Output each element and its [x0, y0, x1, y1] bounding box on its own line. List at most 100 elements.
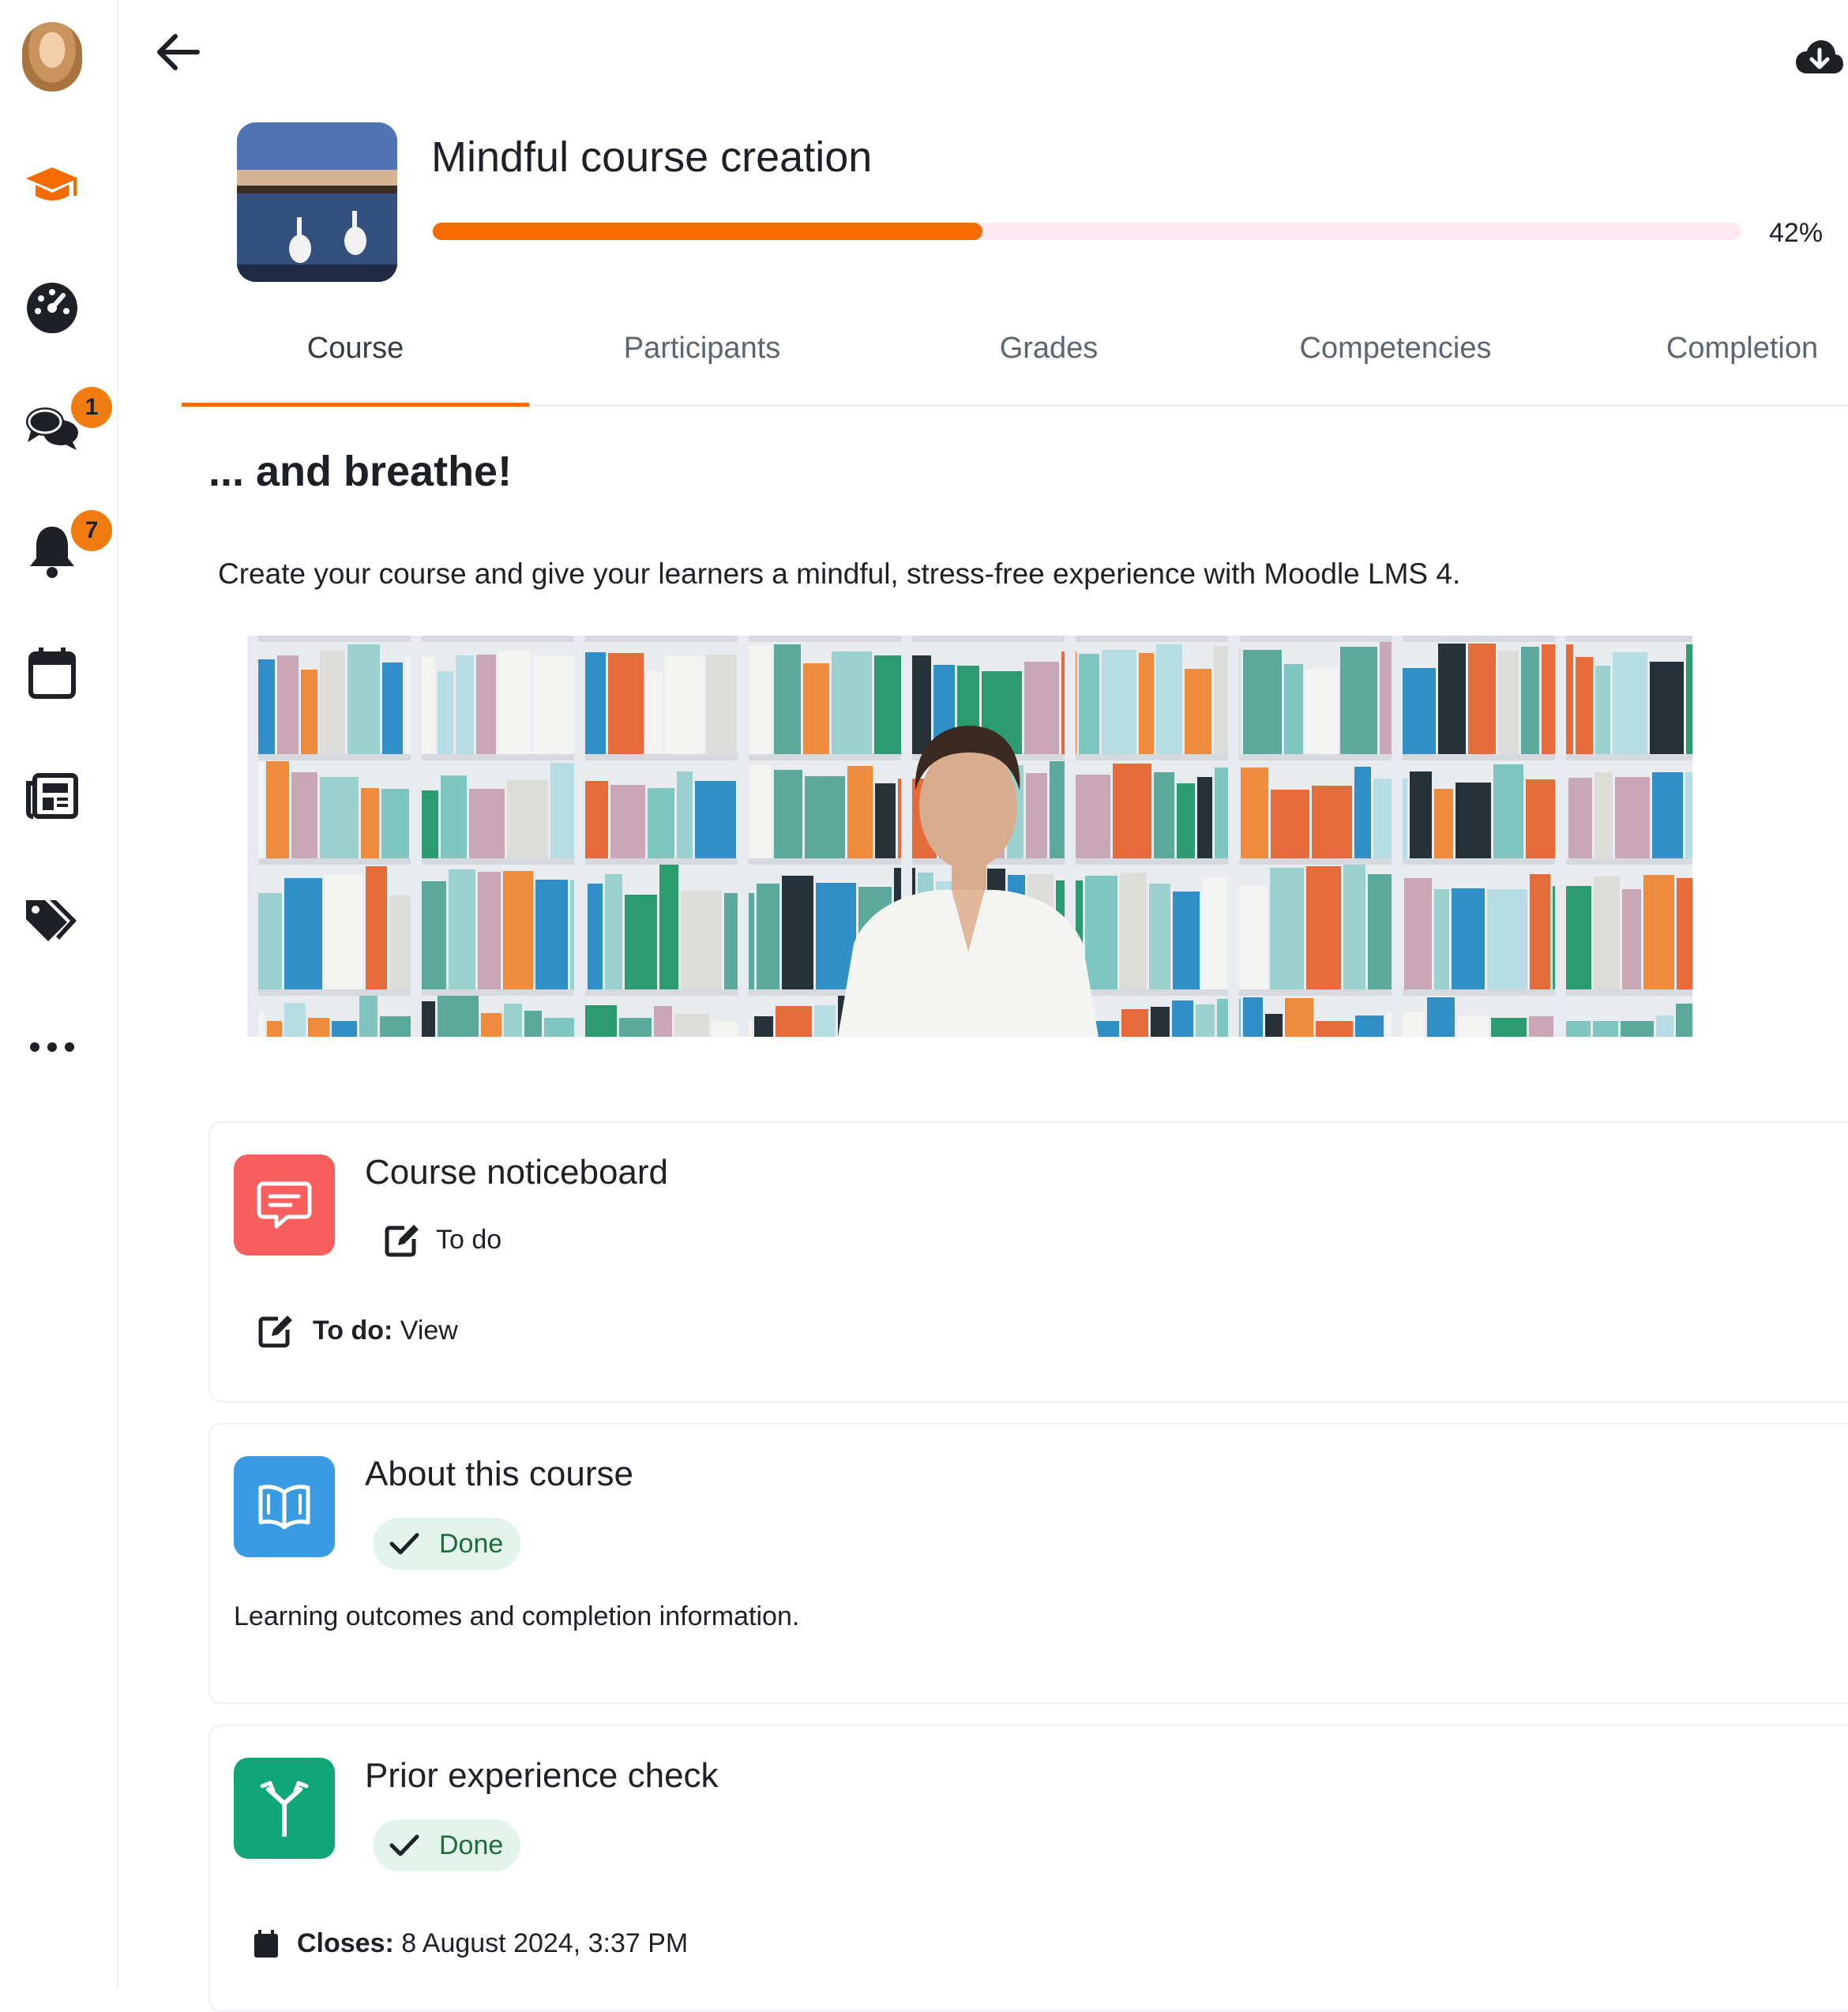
shelf-binder: [420, 1001, 435, 1037]
shelf-binder: [677, 771, 693, 858]
shelf-binder: [1676, 1004, 1692, 1037]
tab-competencies[interactable]: Competencies: [1222, 316, 1569, 404]
activity-name[interactable]: About this course: [365, 1455, 633, 1494]
shelf-binder: [1622, 889, 1641, 989]
shelf-binder: [382, 663, 403, 754]
shelf-binder: [267, 1021, 282, 1037]
shelf-binder: [361, 788, 379, 858]
shelf-binder: [1615, 777, 1650, 858]
main-sidebar: 1 7: [0, 0, 118, 1990]
section-summary: Create your course and give your learner…: [218, 557, 1461, 590]
sidebar-item-my-courses[interactable]: [19, 153, 85, 220]
shelf-binder: [648, 788, 674, 858]
shelf-binder: [1139, 653, 1154, 754]
shelf-binder: [1173, 892, 1200, 989]
download-course-button[interactable]: [1791, 28, 1848, 85]
shelf-binder: [1427, 997, 1455, 1037]
tab-participants[interactable]: Participants: [528, 316, 876, 404]
tab-completion[interactable]: Completion: [1568, 316, 1848, 404]
shelf-binder: [476, 655, 496, 754]
shelf-binder: [1487, 889, 1527, 989]
calendar-icon: [254, 1929, 278, 1958]
shelf-binder: [1452, 888, 1485, 989]
completion-status-done: Done: [373, 1819, 521, 1871]
section-heading: ... and breathe!: [208, 448, 513, 495]
shelf-binder: [1316, 1021, 1353, 1037]
meditating-woman-figure: [838, 726, 1099, 1037]
shelf-binder: [1196, 1004, 1215, 1037]
shelf-binder: [1498, 651, 1519, 754]
shelf-binder: [1149, 884, 1170, 989]
dashboard-gauge-icon: [27, 283, 77, 333]
activity-name[interactable]: Course noticeboard: [365, 1153, 668, 1192]
completion-status-label: Done: [439, 1830, 504, 1860]
shelf-binder: [1595, 666, 1610, 754]
shelf-binder: [478, 872, 501, 989]
shelf-binder: [1491, 1018, 1527, 1037]
shelf-binder: [1404, 878, 1432, 989]
shelf-binder: [1271, 790, 1309, 858]
choice-icon: [260, 1781, 309, 1837]
shelf-binder: [1677, 878, 1692, 989]
shelf-binder: [1202, 877, 1230, 989]
shelf-binder: [659, 865, 678, 989]
shelf-binder: [1177, 783, 1195, 858]
shelf-binder: [608, 653, 644, 754]
shelf-binder: [646, 671, 663, 754]
sidebar-item-news[interactable]: [19, 763, 85, 829]
shelf-binder: [291, 772, 317, 858]
shelf-binder: [681, 891, 722, 989]
back-button[interactable]: [150, 24, 207, 81]
shelf-binder: [754, 1016, 773, 1037]
shelf-binder: [524, 1011, 542, 1037]
shelf-binder: [1457, 1016, 1489, 1037]
user-avatar[interactable]: [19, 22, 85, 92]
shelf-binder: [1284, 664, 1303, 754]
course-progress-fill: [433, 223, 982, 240]
activity-icon-container: [234, 1758, 335, 1859]
shelf-binder: [1643, 875, 1674, 989]
shelf-binder: [301, 670, 317, 754]
check-icon: [389, 1834, 419, 1856]
shelf-binder: [1270, 868, 1304, 989]
activity-name[interactable]: Prior experience check: [365, 1756, 719, 1796]
shelf-binder: [277, 655, 299, 754]
shelf-binder: [1306, 866, 1341, 989]
completion-status-done: Done: [373, 1518, 521, 1570]
tab-grades[interactable]: Grades: [875, 316, 1223, 404]
shelf-binder: [1399, 668, 1436, 754]
shelf-binder: [1305, 669, 1338, 754]
shelf-post: [738, 636, 749, 1037]
shelf-binder: [1312, 786, 1352, 858]
shelf-binder: [347, 644, 380, 754]
shelf-binder: [1121, 1009, 1148, 1037]
shelf-binder: [1113, 764, 1151, 858]
sidebar-item-calendar[interactable]: [19, 640, 85, 706]
course-progress-label: 42%: [1769, 218, 1824, 248]
shelf-binder: [774, 770, 802, 858]
shelf-binder: [1652, 772, 1683, 858]
shelf-binder: [332, 1021, 357, 1037]
shelf-binder: [1197, 777, 1212, 858]
shelf-binder: [1285, 998, 1313, 1037]
shelf-binder: [625, 895, 657, 989]
graduation-cap-icon: [26, 167, 78, 201]
shelf-binder: [504, 1004, 522, 1037]
sidebar-item-tags[interactable]: [19, 888, 85, 954]
sidebar-item-dashboard[interactable]: [19, 275, 85, 341]
course-progress-bar: [433, 223, 1741, 240]
requirement-value: View: [400, 1315, 458, 1346]
check-icon: [389, 1533, 419, 1555]
shelf-binder: [610, 785, 645, 858]
tab-course[interactable]: Course: [182, 316, 529, 407]
shelf-binder: [774, 644, 801, 754]
shelf-binder: [1265, 1014, 1283, 1037]
shelf-binder: [550, 763, 577, 858]
shelf-binder: [1613, 652, 1647, 754]
shelf-binder: [535, 880, 568, 989]
activity-card-noticeboard: Course noticeboard To do To do: View: [208, 1121, 1848, 1402]
cloud-download-icon: [1796, 40, 1843, 73]
course-image: [237, 122, 397, 282]
course-banner-image: [247, 636, 1692, 1037]
sidebar-item-more[interactable]: [19, 1014, 85, 1080]
